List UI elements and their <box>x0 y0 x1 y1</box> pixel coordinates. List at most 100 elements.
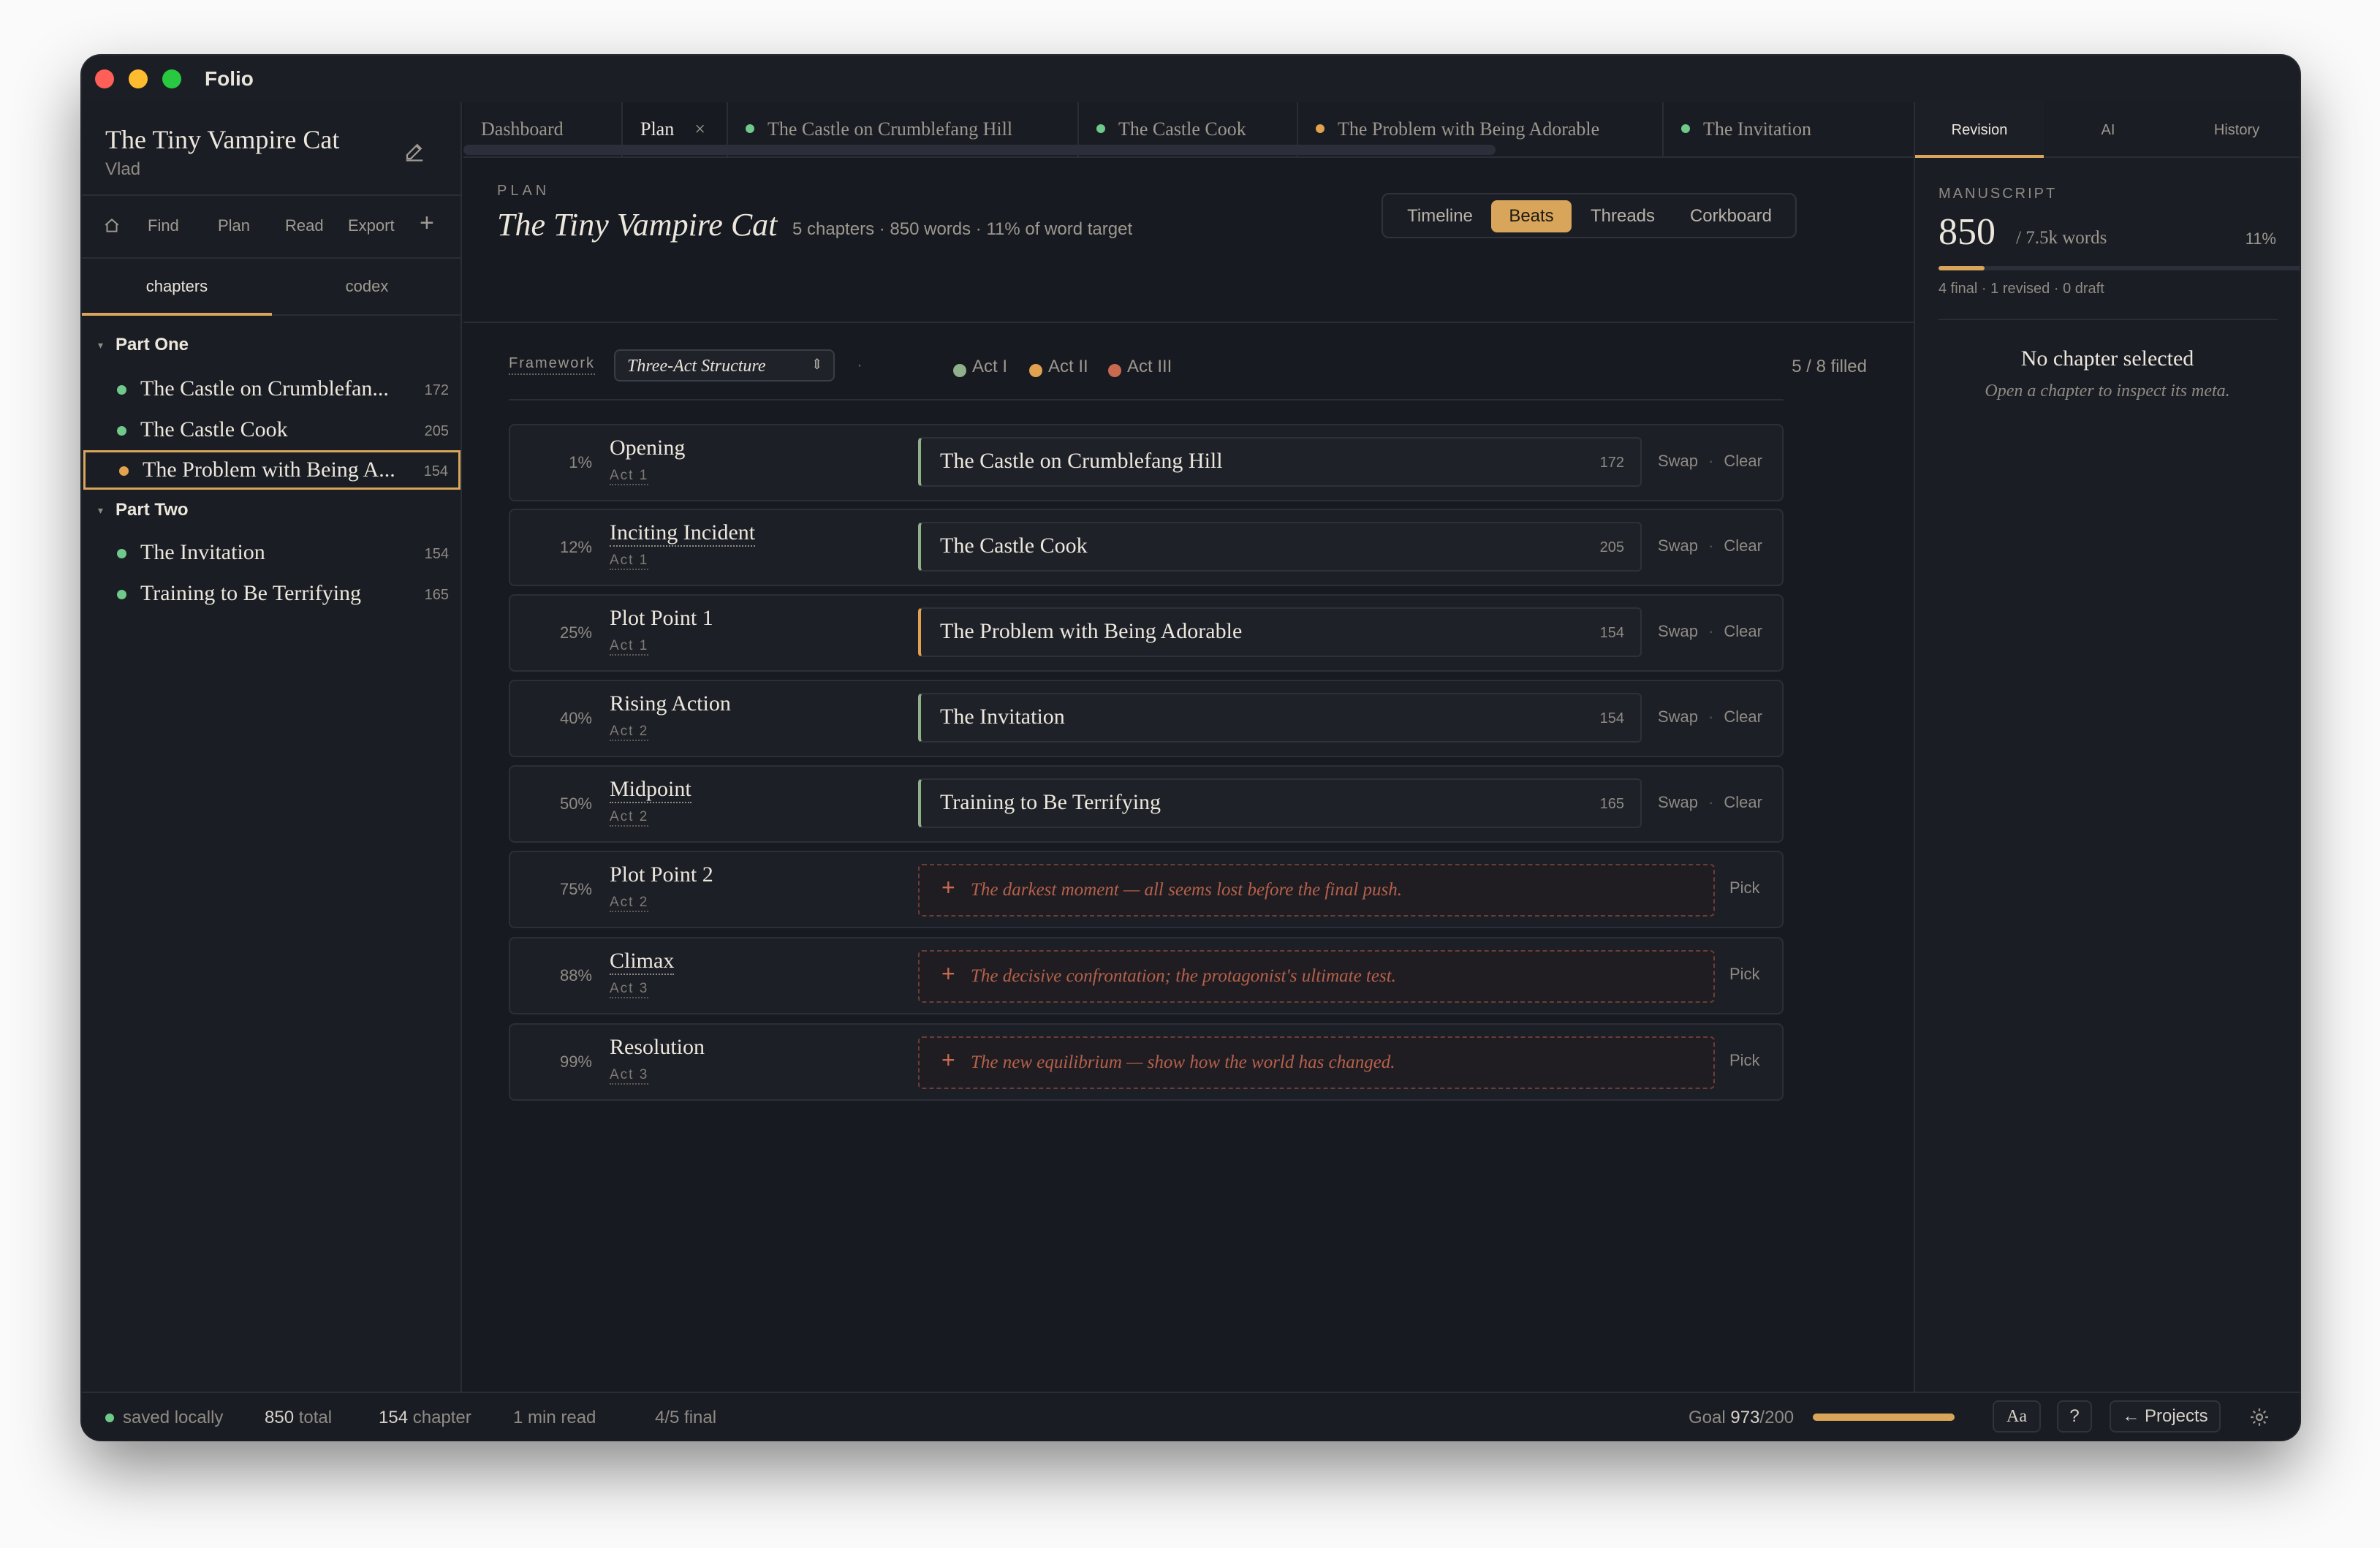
clear-button[interactable]: Clear <box>1724 707 1762 726</box>
beat-percent: 40% <box>559 709 592 727</box>
beat-hint: The new equilibrium — show how the world… <box>971 1052 1395 1072</box>
swap-button[interactable]: Swap <box>1658 536 1698 555</box>
swap-button[interactable]: Swap <box>1658 707 1698 726</box>
pick-button[interactable]: Pick <box>1729 879 1760 898</box>
chapter-item[interactable]: The Castle Cook 205 <box>82 411 461 450</box>
add-icon[interactable]: + <box>420 209 434 238</box>
read-button[interactable]: Read <box>285 216 324 235</box>
tab-history[interactable]: History <box>2172 102 2300 158</box>
chapter-title: The Castle on Crumblefan... <box>140 376 389 401</box>
saved-status: saved locally <box>123 1408 224 1427</box>
inspector-tabs: Revision AI History <box>1915 102 2300 158</box>
chapter-card[interactable]: The Invitation 154 <box>918 693 1642 743</box>
divider <box>509 399 1784 401</box>
tab-codex[interactable]: codex <box>272 259 462 316</box>
beat-percent: 12% <box>559 538 592 556</box>
pick-button[interactable]: Pick <box>1729 1051 1760 1070</box>
card-title: The Castle on Crumblefang Hill <box>940 449 1223 473</box>
read-time: 1 min read <box>513 1408 596 1427</box>
empty-state-hint: Open a chapter to inspect its meta. <box>1985 382 2230 401</box>
export-button[interactable]: Export <box>348 216 395 235</box>
framework-select[interactable]: Three-Act Structure ⇕ <box>614 349 835 382</box>
beat-name: Climax <box>610 949 675 975</box>
separator-dot: · <box>857 355 863 375</box>
project-title: The Tiny Vampire Cat <box>105 125 340 154</box>
clear-button[interactable]: Clear <box>1724 452 1762 470</box>
swap-button[interactable]: Swap <box>1658 793 1698 811</box>
pick-button[interactable]: Pick <box>1729 965 1760 984</box>
help-button[interactable]: ? <box>2057 1400 2092 1433</box>
status-dot <box>117 426 126 436</box>
status-dot <box>119 466 129 476</box>
swap-button[interactable]: Swap <box>1658 622 1698 640</box>
chapter-card[interactable]: The Problem with Being Adorable 154 <box>918 607 1642 657</box>
beat-name: Rising Action <box>610 691 731 716</box>
beat-act: Act 1 <box>610 638 649 656</box>
close-window-button[interactable] <box>95 69 114 88</box>
chapter-card[interactable]: Training to Be Terrifying 165 <box>918 778 1642 828</box>
chapter-item[interactable]: The Invitation 154 <box>82 534 461 573</box>
part-header[interactable]: ▾ Part Two <box>98 500 189 520</box>
view-switcher: Timeline Beats Threads Corkboard <box>1382 193 1797 238</box>
chapter-item[interactable]: The Castle on Crumblefan... 172 <box>82 370 461 409</box>
divider <box>463 322 1914 323</box>
beat-hint: The darkest moment — all seems lost befo… <box>971 880 1402 900</box>
status-dot <box>117 549 126 558</box>
view-timeline-button[interactable]: Timeline <box>1389 200 1491 232</box>
swap-button[interactable]: Swap <box>1658 452 1698 470</box>
page-title: The Tiny Vampire Cat <box>497 207 778 243</box>
beat-act: Act 1 <box>610 468 649 485</box>
act-legend-dot <box>1029 364 1042 377</box>
empty-beat-slot[interactable]: + The new equilibrium — show how the worl… <box>918 1036 1715 1089</box>
view-threads-button[interactable]: Threads <box>1574 200 1671 232</box>
status-dot <box>117 385 126 395</box>
empty-state-title: No chapter selected <box>2020 346 2194 371</box>
chapter-title: Training to Be Terrifying <box>140 581 362 605</box>
zoom-window-button[interactable] <box>162 69 181 88</box>
view-corkboard-button[interactable]: Corkboard <box>1672 200 1789 232</box>
minimize-window-button[interactable] <box>129 69 148 88</box>
manuscript-progress-bar <box>1939 266 2300 270</box>
manuscript-kicker: MANUSCRIPT <box>1939 186 2058 202</box>
tab-chapter[interactable]: The Invitation <box>1664 102 1914 156</box>
beat-percent: 25% <box>559 623 592 642</box>
tab-chapters[interactable]: chapters <box>82 259 272 316</box>
empty-beat-slot[interactable]: + The decisive confrontation; the protago… <box>918 950 1715 1003</box>
sidebar-toolbar: Find Plan Read Export + <box>82 194 461 259</box>
gear-icon[interactable] <box>2248 1406 2270 1428</box>
edit-pencil-icon[interactable] <box>403 140 425 162</box>
plan-button[interactable]: Plan <box>218 216 250 235</box>
card-word-count: 165 <box>1599 796 1624 812</box>
card-title: The Problem with Being Adorable <box>940 619 1243 643</box>
projects-button[interactable]: ← Projects <box>2110 1400 2221 1433</box>
tab-ai[interactable]: AI <box>2044 102 2172 158</box>
divider <box>1939 319 2278 320</box>
beat-percent: 50% <box>559 794 592 813</box>
clear-button[interactable]: Clear <box>1724 536 1762 555</box>
chapter-card[interactable]: The Castle on Crumblefang Hill 172 <box>918 437 1642 487</box>
status-dot <box>1316 124 1324 134</box>
chapter-card[interactable]: The Castle Cook 205 <box>918 522 1642 572</box>
view-beats-button[interactable]: Beats <box>1491 200 1572 232</box>
card-word-count: 154 <box>1599 710 1624 726</box>
clear-button[interactable]: Clear <box>1724 793 1762 811</box>
empty-beat-slot[interactable]: + The darkest moment — all seems lost bef… <box>918 864 1715 917</box>
tab-revision[interactable]: Revision <box>1915 102 2044 158</box>
status-dot <box>1681 124 1690 134</box>
act-legend-label: Act II <box>1048 357 1088 376</box>
chapter-item[interactable]: Training to Be Terrifying 165 <box>82 574 461 614</box>
find-button[interactable]: Find <box>148 216 179 235</box>
chapter-item-selected[interactable]: The Problem with Being A... 154 <box>83 450 461 490</box>
home-icon[interactable] <box>102 216 121 235</box>
manuscript-progress-fill <box>1939 266 1985 270</box>
part-header[interactable]: ▾ Part One <box>98 335 189 355</box>
final-count: 4/5 final <box>655 1408 717 1427</box>
typography-button[interactable]: Aa <box>1993 1400 2041 1433</box>
plus-icon: + <box>941 874 955 900</box>
goal-progress-fill <box>1813 1414 1955 1421</box>
tab-scrollbar[interactable] <box>463 145 1496 155</box>
beat-act: Act 2 <box>610 724 649 741</box>
beat-percent: 99% <box>559 1052 592 1071</box>
clear-button[interactable]: Clear <box>1724 622 1762 640</box>
beat-row-empty: 75% Plot Point 2 Act 2 + The darkest mome… <box>509 851 1784 928</box>
